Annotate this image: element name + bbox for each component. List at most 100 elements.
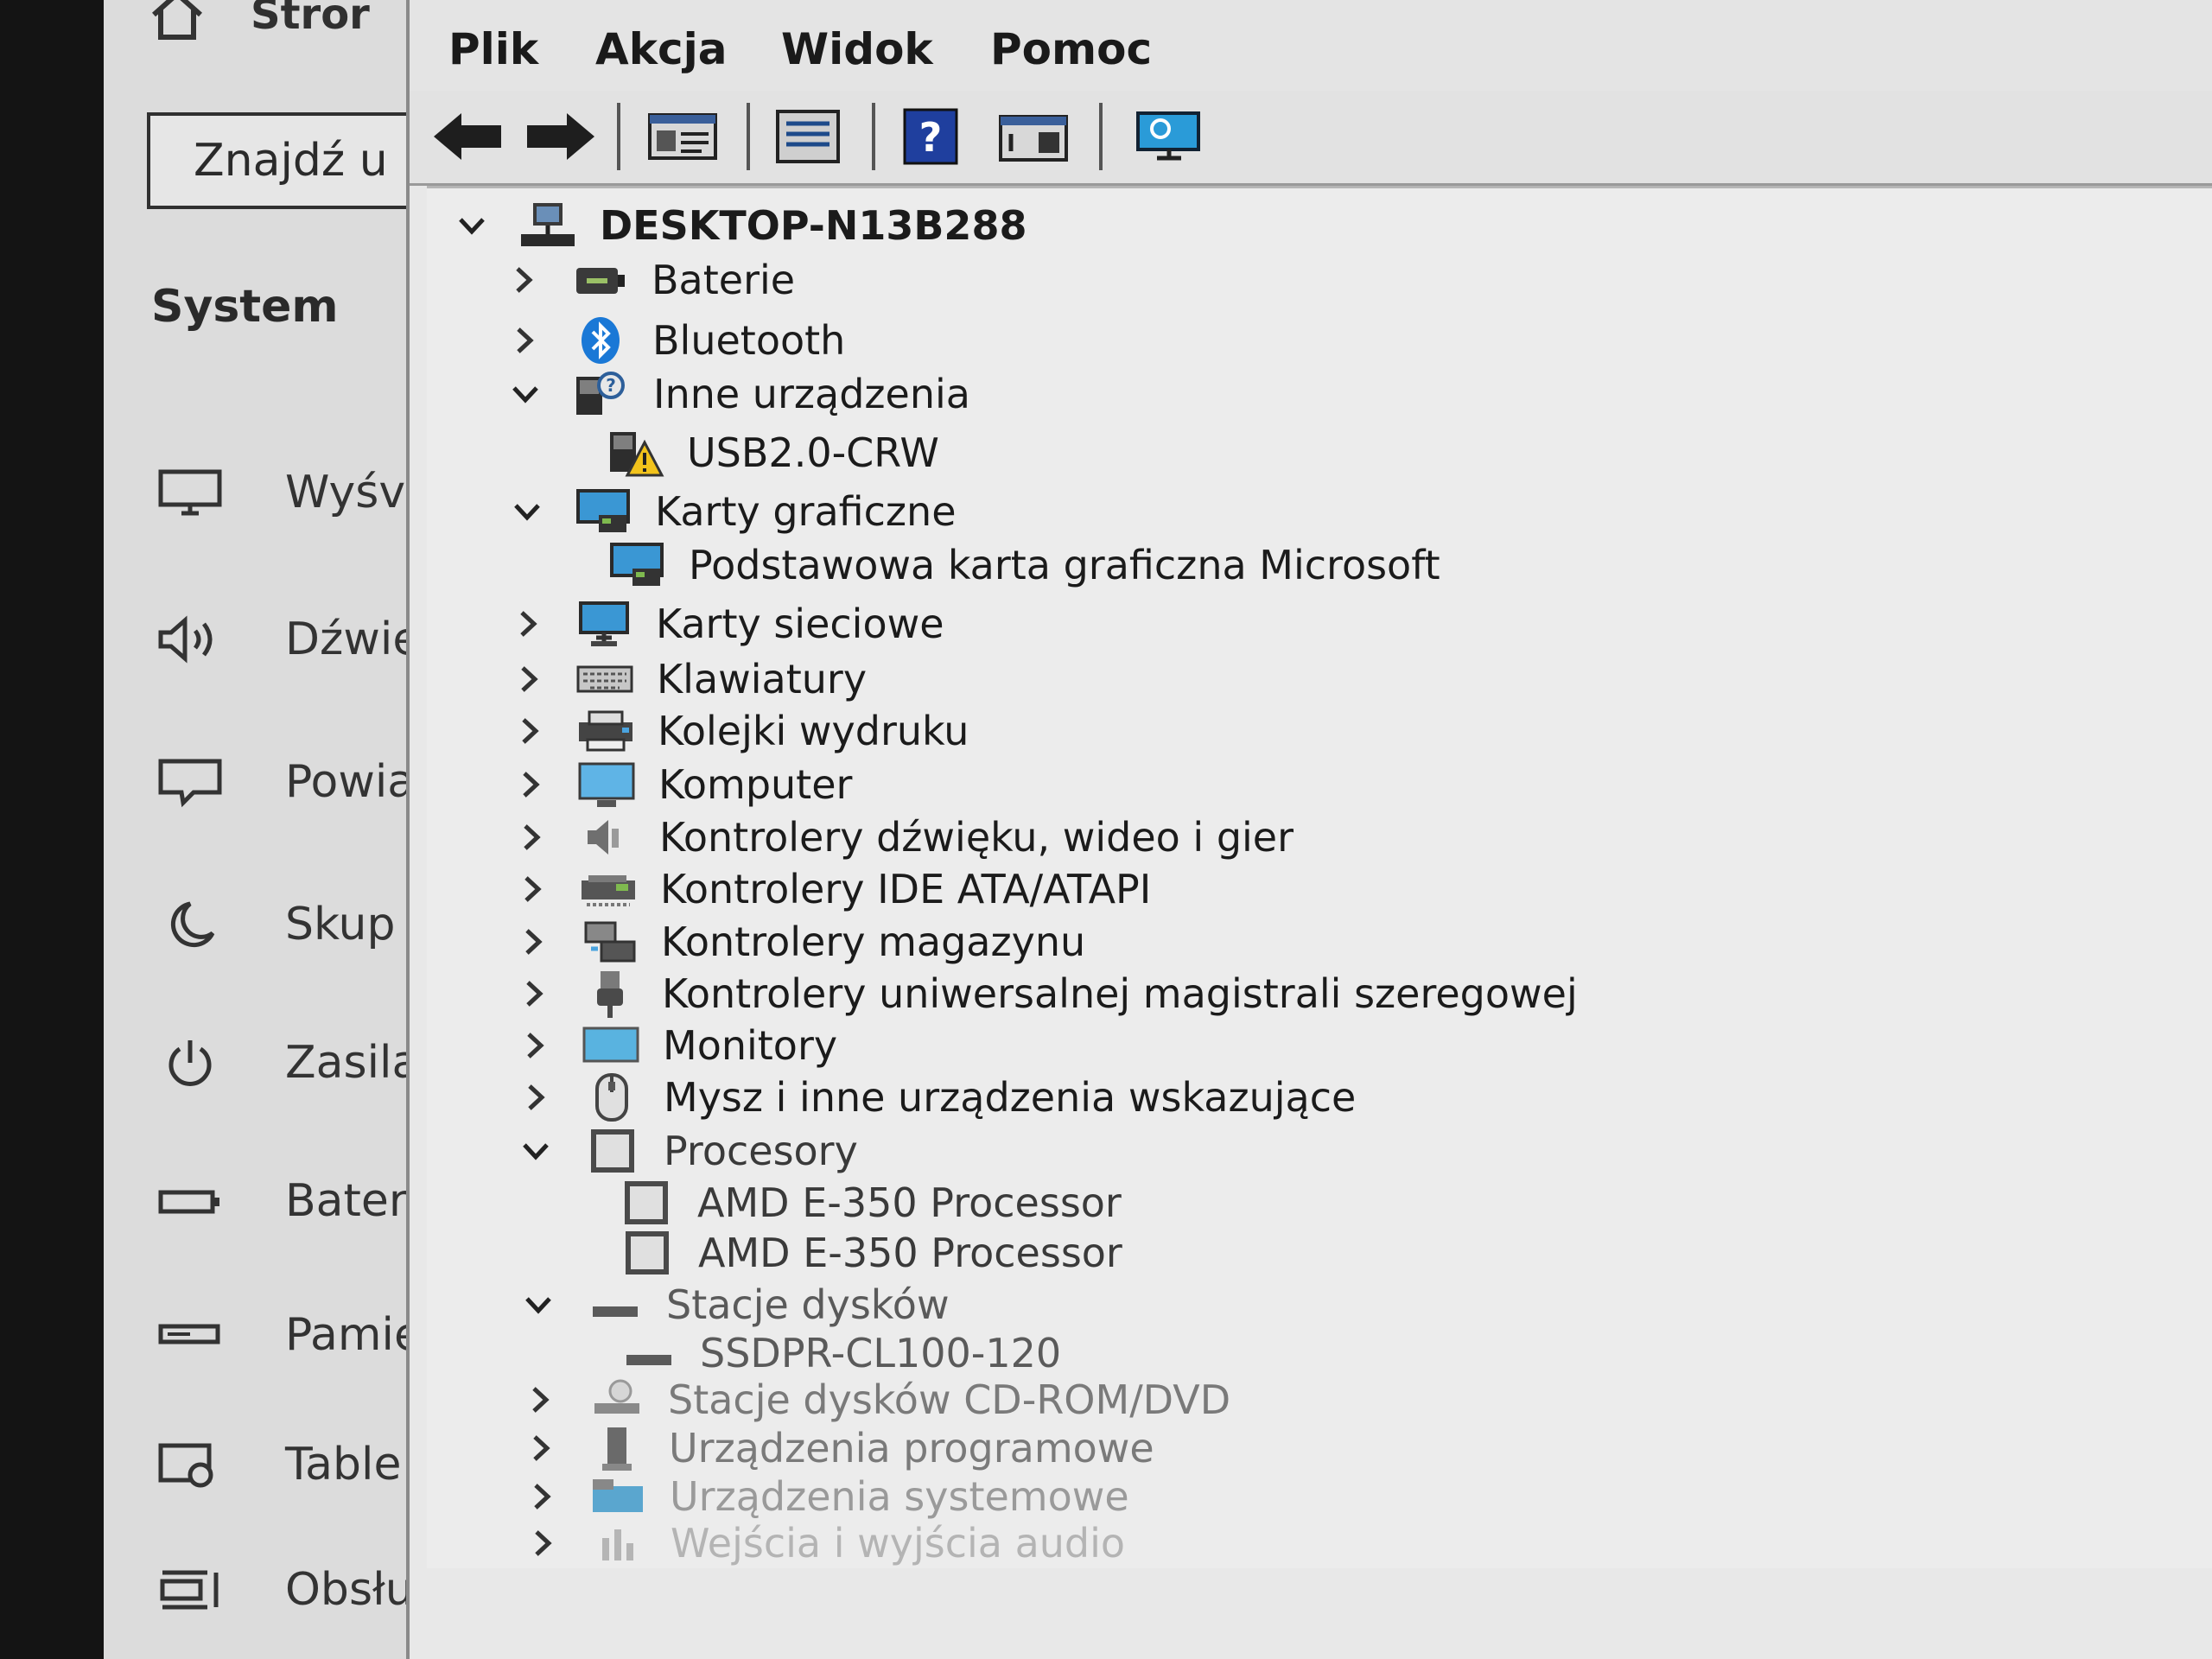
tree-device-item[interactable]: AMD E-350 Processor <box>614 1176 1122 1230</box>
chevron-right-icon[interactable] <box>510 660 548 698</box>
tree-category-item[interactable]: Monitory <box>516 1019 837 1072</box>
update-driver-icon[interactable] <box>771 106 849 170</box>
processor-icon <box>614 1177 677 1229</box>
nav-item-power[interactable]: Zasila <box>156 1028 419 1097</box>
scan-hardware-icon[interactable] <box>1131 106 1209 170</box>
tree-device-item[interactable]: Podstawowa karta graficzna Microsoft <box>606 538 1440 592</box>
tree-category-item[interactable]: Wejścia i wyjścia audio <box>524 1516 1125 1570</box>
tree-category-item[interactable]: Kontrolery magazynu <box>514 915 1085 969</box>
chevron-right-icon[interactable] <box>523 1478 561 1516</box>
chevron-right-icon[interactable] <box>524 1524 562 1562</box>
chevron-right-icon[interactable] <box>513 870 551 908</box>
nav-item-battery[interactable]: Bater <box>156 1166 407 1236</box>
device-tree-label: DESKTOP-N13B288 <box>600 202 1027 249</box>
tree-category-item[interactable]: Bluetooth <box>505 314 845 367</box>
home-icon <box>147 0 207 41</box>
speaker-icon <box>156 613 225 665</box>
device-tree: DESKTOP-N13B288 Baterie Bluetooth? Inne urz… <box>427 186 2212 1568</box>
tree-category-item[interactable]: Kolejki wydruku <box>511 704 969 758</box>
device-tree-label: Stacje dysków CD-ROM/DVD <box>668 1376 1231 1423</box>
chevron-right-icon[interactable] <box>512 818 550 856</box>
system-devices-icon <box>587 1471 649 1522</box>
tree-category-item[interactable]: Stacje dysków CD-ROM/DVD <box>521 1373 1230 1427</box>
menu-view[interactable]: Widok <box>781 24 933 74</box>
forward-icon[interactable] <box>522 106 600 170</box>
help-icon[interactable]: ? <box>898 106 967 170</box>
tree-category-item[interactable]: Kontrolery IDE ATA/ATAPI <box>513 862 1151 916</box>
tree-category-item[interactable]: Kontrolery uniwersalnej magistrali szere… <box>515 967 1578 1020</box>
tree-category-item[interactable]: Stacje dysków <box>519 1278 950 1332</box>
nav-item-display[interactable]: Wyśv <box>156 458 405 527</box>
home-link[interactable]: Stror <box>147 0 370 45</box>
chevron-right-icon[interactable] <box>505 261 543 299</box>
chevron-right-icon[interactable] <box>522 1429 560 1467</box>
tree-category-item[interactable]: Procesory <box>517 1124 858 1178</box>
show-hidden-icon[interactable] <box>995 106 1073 170</box>
chevron-down-icon[interactable] <box>453 207 491 245</box>
display-adapter-icon <box>606 539 668 591</box>
menu-action[interactable]: Akcja <box>595 24 727 74</box>
nav-item-multitasking[interactable]: Obsłu <box>156 1555 414 1624</box>
tree-device-item[interactable]: SSDPR-CL100-120 <box>617 1326 1061 1380</box>
tree-category-item[interactable]: Kontrolery dźwięku, wideo i gier <box>512 810 1294 864</box>
bluetooth-icon <box>569 315 632 366</box>
device-tree-label: Komputer <box>658 761 853 808</box>
nav-item-label: Bater <box>285 1175 408 1227</box>
chevron-right-icon[interactable] <box>516 1027 554 1065</box>
chevron-right-icon[interactable] <box>512 766 550 804</box>
tree-category-item[interactable]: Mysz i inne urządzenia wskazujące <box>517 1071 1356 1124</box>
menu-bar: Plik Akcja Widok Pomoc <box>410 0 2212 91</box>
chevron-right-icon[interactable] <box>521 1381 559 1419</box>
chevron-right-icon[interactable] <box>505 321 543 359</box>
nav-item-tablet[interactable]: Table <box>156 1430 401 1499</box>
tree-category-item[interactable]: Urządzenia programowe <box>522 1421 1154 1475</box>
nav-item-focus[interactable]: Skup <box>156 890 396 959</box>
menu-help[interactable]: Pomoc <box>990 24 1152 74</box>
nav-item-sound[interactable]: Dźwię <box>156 605 420 674</box>
display-icon <box>156 467 225 518</box>
nav-item-label: Zasila <box>285 1037 420 1089</box>
chevron-down-icon[interactable] <box>519 1286 557 1324</box>
chevron-right-icon[interactable] <box>515 975 553 1013</box>
chevron-right-icon[interactable] <box>517 1078 555 1116</box>
network-adapter-icon <box>573 598 635 650</box>
nav-item-label: Skup <box>285 899 396 950</box>
notification-icon <box>156 756 225 808</box>
chevron-right-icon[interactable] <box>511 712 549 750</box>
chevron-down-icon[interactable] <box>508 493 546 531</box>
warning-device-icon <box>604 427 666 479</box>
nav-item-notifications[interactable]: Powia <box>156 747 415 817</box>
audio-io-icon <box>588 1517 650 1569</box>
device-tree-label: Klawiatury <box>657 656 868 702</box>
nav-item-storage[interactable]: Pamię <box>156 1300 422 1370</box>
power-icon <box>156 1037 225 1089</box>
chevron-down-icon[interactable] <box>506 375 544 413</box>
multitasking-icon <box>156 1564 225 1616</box>
tree-category-item[interactable]: Karty sieciowe <box>509 597 944 651</box>
device-tree-label: Karty sieciowe <box>656 601 944 647</box>
tree-category-item[interactable]: Baterie <box>505 253 795 307</box>
tree-category-item[interactable]: Karty graficzne <box>508 485 957 538</box>
device-tree-label: Podstawowa karta graficzna Microsoft <box>689 542 1440 588</box>
tree-root[interactable]: DESKTOP-N13B288 <box>453 199 1027 252</box>
tree-category-item[interactable]: Urządzenia systemowe <box>523 1470 1129 1523</box>
chevron-right-icon[interactable] <box>509 605 547 643</box>
device-tree-label: Procesory <box>664 1128 858 1174</box>
tree-device-item[interactable]: AMD E-350 Processor <box>615 1226 1122 1280</box>
device-tree-label: Kontrolery uniwersalnej magistrali szere… <box>662 970 1578 1017</box>
nav-item-label: Table <box>285 1439 402 1491</box>
chevron-down-icon[interactable] <box>517 1132 555 1170</box>
back-icon[interactable] <box>429 106 506 170</box>
tree-category-item[interactable]: Klawiatury <box>510 652 867 706</box>
chevron-right-icon[interactable] <box>514 923 552 961</box>
properties-icon[interactable] <box>645 106 722 170</box>
tablet-icon <box>156 1439 225 1491</box>
menu-file[interactable]: Plik <box>448 24 538 74</box>
printer-icon <box>575 705 637 757</box>
tree-category-item[interactable]: ? Inne urządzenia <box>506 367 970 421</box>
computer-icon <box>575 759 638 810</box>
processor-icon <box>581 1125 643 1177</box>
tree-category-item[interactable]: Komputer <box>512 758 852 811</box>
tree-device-item[interactable]: USB2.0-CRW <box>604 426 939 480</box>
device-tree-label: Monitory <box>663 1022 838 1069</box>
